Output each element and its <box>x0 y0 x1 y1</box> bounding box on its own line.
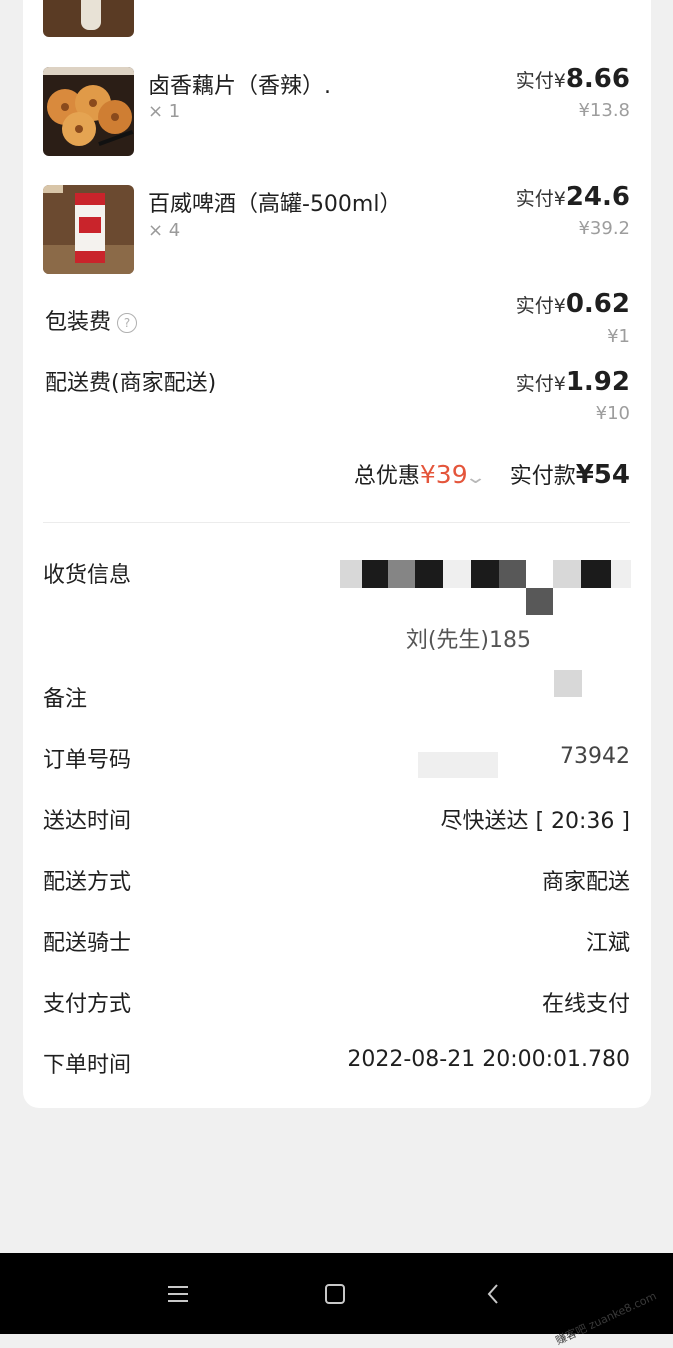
menu-button[interactable] <box>138 1253 218 1334</box>
packing-fee-text: 包装费 <box>45 310 112 335</box>
order-time-label: 下单时间 <box>43 1053 132 1078</box>
paid-total-label: 实付款 <box>509 464 576 489</box>
item-original-price: ¥39.2 <box>578 218 630 239</box>
discount-amount: ¥39 <box>419 460 468 489</box>
item-quantity: × 1 <box>148 101 181 122</box>
paid-amount: 24.6 <box>565 182 630 212</box>
packing-fee-paid: 实付¥0.62 <box>516 289 630 319</box>
paid-total-amount: ¥54 <box>575 460 630 490</box>
item-paid-price: 实付¥8.66 <box>516 64 630 94</box>
item-name: 卤香藕片（香辣）. <box>148 74 331 99</box>
delivery-time-value: 尽快送达 [ 20:36 ] <box>440 809 630 834</box>
currency-symbol: ¥ <box>553 188 566 210</box>
chevron-down-icon: ⌄ <box>463 467 487 488</box>
paid-label: 实付 <box>515 70 554 92</box>
home-button[interactable] <box>295 1253 375 1334</box>
currency-symbol: ¥ <box>553 373 566 395</box>
packing-fee-label: 包装费? <box>45 304 138 336</box>
divider <box>43 522 630 523</box>
delivery-fee-paid: 实付¥1.92 <box>516 367 630 397</box>
delivery-time-label: 送达时间 <box>43 809 132 834</box>
order-time-value: 2022-08-21 20:00:01.780 <box>347 1047 630 1072</box>
rider-label: 配送骑士 <box>43 931 132 956</box>
item-name: 百威啤酒（高罐-500ml） <box>148 192 402 217</box>
watermark: 赚客吧 zuanke8.com <box>553 1289 659 1348</box>
currency-symbol: ¥ <box>553 295 566 317</box>
item-thumbnail-lotus-root[interactable] <box>43 67 134 156</box>
order-totals: 总优惠¥39⌄ 实付款¥54 <box>354 458 630 490</box>
discount-label: 总优惠 <box>353 464 420 489</box>
paid-label: 实付 <box>515 295 554 317</box>
paid-label: 实付 <box>515 188 554 210</box>
address-label: 收货信息 <box>43 563 132 588</box>
remark-label: 备注 <box>43 687 88 712</box>
order-number-value[interactable]: 73942 <box>560 744 630 769</box>
payment-method-label: 支付方式 <box>43 992 132 1017</box>
receiver-contact: 刘(先生)185 <box>405 628 531 653</box>
delivery-fee-original: ¥10 <box>595 403 630 424</box>
paid-amount: 1.92 <box>565 367 630 397</box>
item-thumbnail-partial <box>43 0 134 37</box>
home-square-icon <box>325 1283 345 1304</box>
paid-label: 实付 <box>515 373 554 395</box>
system-navigation-bar: 赚客吧 zuanke8.com <box>0 1253 673 1348</box>
question-circle-icon[interactable]: ? <box>117 313 138 333</box>
payment-method-value: 在线支付 <box>541 992 630 1017</box>
delivery-fee-label: 配送费(商家配送) <box>45 371 217 396</box>
packing-fee-original: ¥1 <box>607 326 630 347</box>
back-button[interactable] <box>453 1253 533 1334</box>
delivery-method-value: 商家配送 <box>541 870 630 895</box>
menu-icon <box>168 1285 188 1302</box>
delivery-method-label: 配送方式 <box>43 870 132 895</box>
item-thumbnail-budweiser[interactable] <box>43 185 134 274</box>
rider-value[interactable]: 江斌 <box>586 925 630 957</box>
order-number-label: 订单号码 <box>43 748 132 773</box>
paid-amount: 0.62 <box>565 289 630 319</box>
back-chevron-icon <box>487 1283 498 1304</box>
order-number-redaction <box>418 752 498 778</box>
item-quantity: × 4 <box>148 220 181 241</box>
paid-amount: 8.66 <box>565 64 630 94</box>
total-discount-toggle[interactable]: 总优惠¥39⌄ <box>353 460 510 489</box>
item-paid-price: 实付¥24.6 <box>516 182 630 212</box>
order-number-text: 73942 <box>560 744 630 769</box>
item-original-price: ¥13.8 <box>578 100 630 121</box>
currency-symbol: ¥ <box>553 70 566 92</box>
